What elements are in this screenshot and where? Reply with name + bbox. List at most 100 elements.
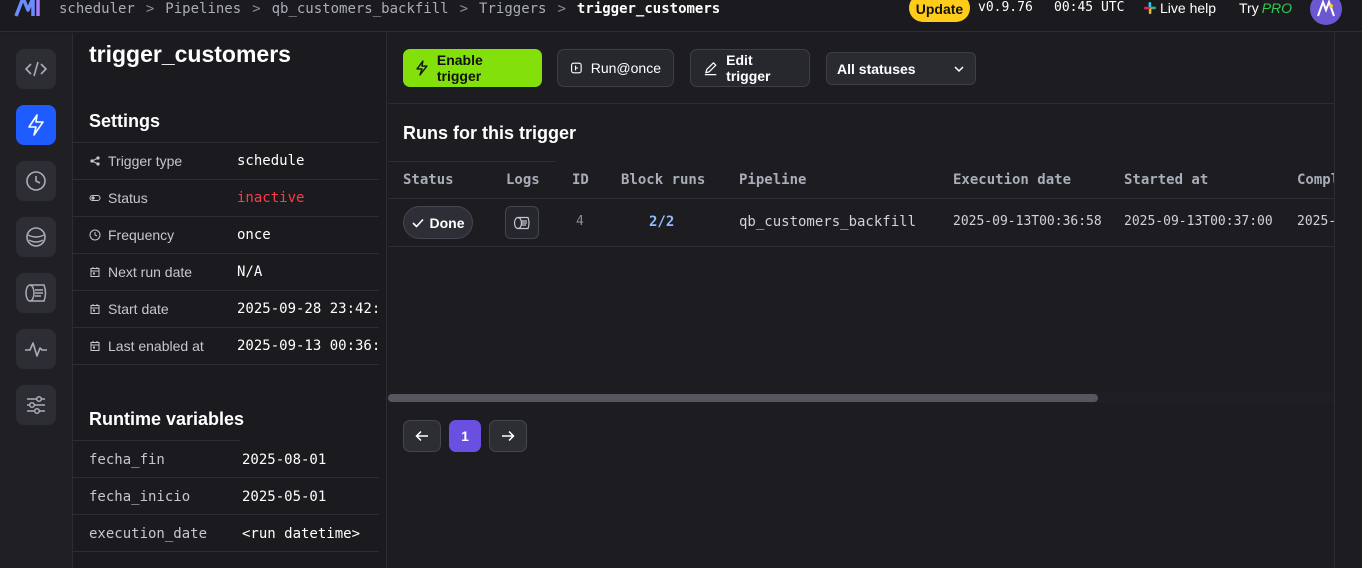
runs-main-area: Enable trigger Run@once Edit trigger All… [388, 33, 1339, 568]
block-runs-link[interactable]: 2/2 [649, 214, 674, 230]
variable-value: 2025-08-01 [242, 452, 327, 468]
column-logs[interactable]: Logs [506, 172, 540, 188]
setting-frequency: Frequency once [73, 217, 379, 254]
setting-value: 2025-09-28 23:42: [237, 301, 381, 317]
version-label: v0.9.76 [978, 0, 1033, 15]
edit-trigger-button[interactable]: Edit trigger [690, 49, 810, 87]
lightning-icon[interactable] [16, 105, 56, 145]
right-edge-panel [1334, 33, 1362, 568]
divider [388, 246, 1334, 247]
calendar-icon [90, 267, 100, 277]
try-pro-link[interactable]: Try PRO [1239, 0, 1292, 16]
variable-key: execution_date [89, 526, 208, 542]
top-bar: scheduler > Pipelines > qb_customers_bac… [0, 0, 1362, 32]
setting-value: 2025-09-13 00:36: [237, 338, 381, 354]
setting-label: Next run date [108, 264, 193, 280]
try-label: Try [1239, 0, 1259, 16]
live-help-label: Live help [1160, 0, 1217, 16]
chevron-down-icon [954, 65, 964, 72]
calendar-icon [90, 304, 100, 314]
share-icon [90, 156, 100, 166]
breadcrumb-separator: > [459, 1, 469, 17]
logs-button[interactable] [505, 206, 539, 239]
arrow-right-icon [502, 430, 515, 442]
pulse-icon[interactable] [16, 329, 56, 369]
run-once-icon [571, 62, 582, 74]
clock-icon[interactable] [16, 161, 56, 201]
sliders-icon[interactable] [16, 385, 56, 425]
status-filter-value: All statuses [837, 60, 916, 77]
column-started-at[interactable]: Started at [1124, 172, 1208, 188]
lightning-icon [416, 60, 428, 76]
run-once-button[interactable]: Run@once [557, 49, 674, 87]
status-value: inactive [237, 190, 305, 206]
divider [388, 198, 1334, 199]
logs-icon [513, 216, 530, 229]
mage-logo-icon[interactable] [14, 0, 44, 18]
status-label: Done [429, 214, 465, 231]
runtime-variable-row: fecha_fin 2025-08-01 [73, 441, 379, 478]
trigger-settings-panel: trigger_customers Settings Trigger type … [73, 33, 387, 568]
update-button[interactable]: Update [909, 0, 970, 22]
runs-title: Runs for this trigger [403, 123, 577, 143]
divider [388, 161, 556, 162]
column-status[interactable]: Status [403, 172, 454, 188]
previous-page-button[interactable] [403, 420, 441, 452]
setting-start-date: Start date 2025-09-28 23:42: [73, 291, 381, 328]
variable-value: <run datetime> [242, 526, 361, 542]
started-at: 2025-09-13T00:37:00 [1124, 214, 1273, 229]
breadcrumb-separator: > [252, 1, 261, 17]
execution-date: 2025-09-13T00:36:58 [953, 214, 1102, 229]
column-completed-at[interactable]: Compl [1297, 172, 1339, 188]
breadcrumb-scheduler[interactable]: scheduler [59, 1, 135, 17]
setting-last-enabled-at: Last enabled at 2025-09-13 00:36: [73, 328, 381, 365]
terminal-icon[interactable] [16, 273, 56, 313]
breadcrumb: scheduler > Pipelines > qb_customers_bac… [59, 0, 720, 18]
runtime-variables-heading: Runtime variables [89, 409, 245, 429]
planet-icon[interactable] [16, 217, 56, 257]
column-block-runs[interactable]: Block runs [621, 172, 705, 188]
live-help-link[interactable]: Live help [1144, 0, 1216, 16]
utc-time: 00:45 UTC [1054, 0, 1125, 15]
page-button-current[interactable]: 1 [449, 420, 481, 452]
avatar[interactable] [1310, 0, 1342, 25]
check-icon [411, 218, 424, 228]
column-id[interactable]: ID [572, 172, 589, 188]
breadcrumb-pipelines[interactable]: Pipelines [165, 1, 241, 17]
pipeline-name[interactable]: qb_customers_backfill [739, 214, 916, 230]
breadcrumb-separator: > [557, 1, 566, 17]
variable-key: fecha_fin [89, 452, 165, 468]
variable-value: 2025-05-01 [242, 489, 327, 505]
run-id: 4 [576, 214, 584, 229]
breadcrumb-current: trigger_customers [576, 1, 721, 17]
column-pipeline[interactable]: Pipeline [739, 172, 806, 188]
setting-label: Start date [108, 301, 169, 317]
calendar-icon [90, 341, 100, 351]
setting-value: schedule [237, 153, 305, 169]
breadcrumb-pipeline[interactable]: qb_customers_backfill [272, 1, 449, 17]
setting-status: Status inactive [73, 180, 379, 217]
setting-value: once [237, 227, 271, 243]
setting-label: Frequency [108, 227, 175, 243]
pro-label: PRO [1261, 0, 1293, 16]
breadcrumb-triggers[interactable]: Triggers [479, 1, 546, 17]
navigation-rail [0, 33, 73, 568]
setting-label: Trigger type [108, 153, 183, 169]
runtime-variable-row: fecha_inicio 2025-05-01 [73, 478, 379, 515]
column-execution-date[interactable]: Execution date [953, 172, 1071, 188]
setting-trigger-type: Trigger type schedule [73, 143, 379, 180]
clock-icon [89, 229, 101, 241]
status-badge[interactable]: Done [403, 206, 473, 239]
variable-key: fecha_inicio [89, 489, 191, 505]
scrollbar-thumb[interactable] [388, 394, 1098, 402]
trigger-title: trigger_customers [89, 41, 291, 67]
setting-next-run-date: Next run date N/A [73, 254, 379, 291]
avatar-mage-icon [1317, 0, 1335, 17]
next-page-button[interactable] [489, 420, 527, 452]
setting-label: Status [108, 190, 148, 206]
status-filter-select[interactable]: All statuses [826, 52, 976, 85]
divider [388, 103, 1334, 104]
code-icon[interactable] [16, 49, 56, 89]
slack-icon [1144, 2, 1156, 14]
enable-trigger-button[interactable]: Enable trigger [403, 49, 542, 87]
